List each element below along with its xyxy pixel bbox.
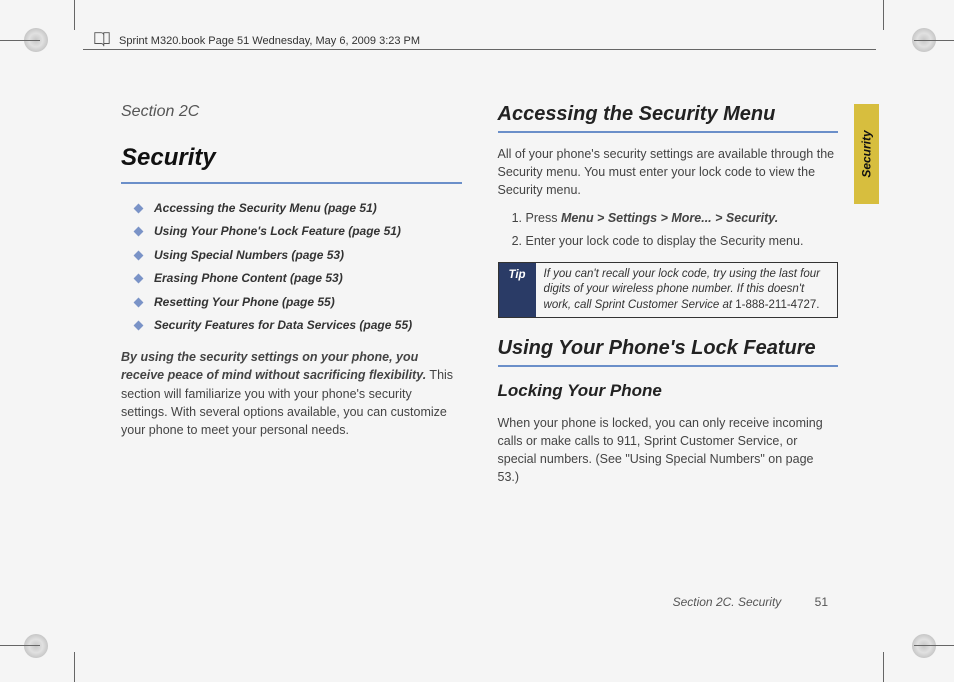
heading-accessing-security: Accessing the Security Menu	[498, 100, 839, 129]
toc-text: Accessing the Security Menu (page 51)	[154, 200, 377, 217]
step-item: Press Menu > Settings > More... > Securi…	[526, 209, 839, 227]
side-tab-label: Security	[860, 130, 874, 177]
crop-line	[74, 0, 75, 30]
crop-line	[883, 0, 884, 30]
toc-item: Using Special Numbers (page 53)	[121, 247, 462, 264]
body-paragraph: All of your phone's security settings ar…	[498, 145, 839, 199]
tip-body: If you can't recall your lock code, try …	[536, 263, 837, 318]
crop-line	[883, 652, 884, 682]
diamond-icon	[134, 320, 144, 330]
step-item: Enter your lock code to display the Secu…	[526, 232, 839, 250]
menu-path: Menu > Settings > More... > Security.	[561, 211, 778, 225]
title-rule	[121, 182, 462, 184]
header-text: Sprint M320.book Page 51 Wednesday, May …	[83, 35, 420, 47]
crop-line	[74, 652, 75, 682]
book-icon	[93, 30, 111, 48]
diamond-icon	[134, 227, 144, 237]
steps-list: Press Menu > Settings > More... > Securi…	[498, 209, 839, 249]
page-title: Security	[121, 141, 462, 176]
crop-line	[914, 645, 954, 646]
tip-box: Tip If you can't recall your lock code, …	[498, 262, 839, 319]
crop-mark-icon	[24, 634, 48, 658]
crop-line	[0, 645, 40, 646]
tip-phone: 1-888-211-4727.	[735, 299, 819, 311]
page-frame: Security Section 2C Security Accessing t…	[83, 60, 876, 627]
toc-item: Using Your Phone's Lock Feature (page 51…	[121, 223, 462, 240]
subheading-locking-phone: Locking Your Phone	[498, 379, 839, 404]
diamond-icon	[134, 250, 144, 260]
toc-text: Resetting Your Phone (page 55)	[154, 294, 335, 311]
section-label: Section 2C	[121, 100, 462, 123]
tip-label: Tip	[499, 263, 536, 318]
diamond-icon	[134, 297, 144, 307]
toc-item: Accessing the Security Menu (page 51)	[121, 200, 462, 217]
page-header: Sprint M320.book Page 51 Wednesday, May …	[83, 32, 876, 50]
page-footer: Section 2C. Security 51	[673, 595, 828, 609]
body-paragraph: When your phone is locked, you can only …	[498, 414, 839, 487]
footer-page-number: 51	[815, 595, 828, 609]
toc-text: Using Special Numbers (page 53)	[154, 247, 344, 264]
diamond-icon	[134, 274, 144, 284]
toc-item: Resetting Your Phone (page 55)	[121, 294, 462, 311]
diamond-icon	[134, 204, 144, 214]
crop-line	[914, 40, 954, 41]
step-prefix: Press	[526, 211, 561, 225]
intro-paragraph: By using the security settings on your p…	[121, 348, 462, 439]
crop-line	[0, 40, 40, 41]
intro-lead: By using the security settings on your p…	[121, 350, 426, 382]
toc-text: Using Your Phone's Lock Feature (page 51…	[154, 223, 401, 240]
toc-item: Security Features for Data Services (pag…	[121, 317, 462, 334]
left-column: Section 2C Security Accessing the Securi…	[121, 100, 462, 627]
heading-lock-feature: Using Your Phone's Lock Feature	[498, 334, 839, 363]
toc-text: Erasing Phone Content (page 53)	[154, 270, 343, 287]
footer-section: Section 2C. Security	[673, 595, 782, 609]
heading-rule	[498, 131, 839, 133]
toc-item: Erasing Phone Content (page 53)	[121, 270, 462, 287]
side-tab-security: Security	[854, 104, 879, 204]
crop-mark-icon	[912, 634, 936, 658]
toc-list: Accessing the Security Menu (page 51) Us…	[121, 200, 462, 334]
toc-text: Security Features for Data Services (pag…	[154, 317, 412, 334]
right-column: Accessing the Security Menu All of your …	[498, 100, 839, 627]
heading-rule	[498, 365, 839, 367]
